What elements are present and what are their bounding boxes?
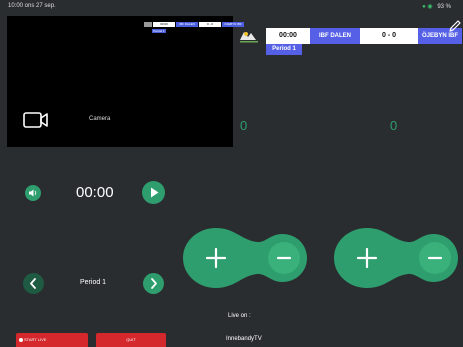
play-button[interactable] xyxy=(142,181,165,204)
live-channel: InnebandyTV xyxy=(226,336,262,342)
scoreboard-score: 0 - 0 xyxy=(360,28,418,44)
game-timer: 00:00 xyxy=(76,184,114,201)
scoreboard-home-team: IBF DALEN xyxy=(310,28,360,44)
start-live-button[interactable]: START LIVE xyxy=(16,333,88,347)
volume-button[interactable] xyxy=(25,185,41,201)
record-icon xyxy=(19,338,23,342)
status-bar: 10:00 ons 27 sep. ● ◉ 93 % xyxy=(0,0,463,12)
mini-home-team: IBF DALEN xyxy=(176,22,198,27)
mini-score: 0 - 0 xyxy=(199,22,221,27)
edit-pencil-icon[interactable] xyxy=(448,19,462,33)
mini-team-logo xyxy=(144,22,152,27)
overlay-preview: 00:00 IBF DALEN 0 - 0 ÖJEBYN IBF xyxy=(144,22,244,28)
camera-preview[interactable]: Camera xyxy=(7,16,233,147)
home-score: 0 xyxy=(240,118,248,133)
home-score-control xyxy=(183,228,307,288)
wifi-icon: ● ◉ xyxy=(422,4,433,10)
live-on-label: Live on : xyxy=(228,313,251,319)
quit-label: QUIT xyxy=(126,337,136,342)
camera-label: Camera xyxy=(89,116,111,122)
scoreboard-period: Period 1 xyxy=(266,44,302,55)
start-live-label: START LIVE xyxy=(24,337,47,342)
next-period-button[interactable] xyxy=(143,273,164,294)
mini-time: 00:00 xyxy=(153,22,175,27)
team-logo-icon xyxy=(240,32,258,43)
mini-away-team: ÖJEBYN IBF xyxy=(222,22,244,27)
status-indicators: ● ◉ 93 % xyxy=(422,3,451,10)
period-label: Period 1 xyxy=(80,279,107,286)
quit-button[interactable]: QUIT xyxy=(96,333,166,347)
battery-level: 93 % xyxy=(437,4,451,10)
scoreboard: 00:00 IBF DALEN 0 - 0 ÖJEBYN IBF xyxy=(238,28,462,44)
previous-period-button[interactable] xyxy=(23,273,44,294)
mini-period: Period 1 xyxy=(152,29,166,33)
away-score-control xyxy=(334,228,458,288)
status-time: 10:00 ons 27 sep. xyxy=(8,3,56,9)
scoreboard-time: 00:00 xyxy=(266,28,310,44)
camera-icon xyxy=(23,112,48,128)
away-score: 0 xyxy=(390,118,398,133)
